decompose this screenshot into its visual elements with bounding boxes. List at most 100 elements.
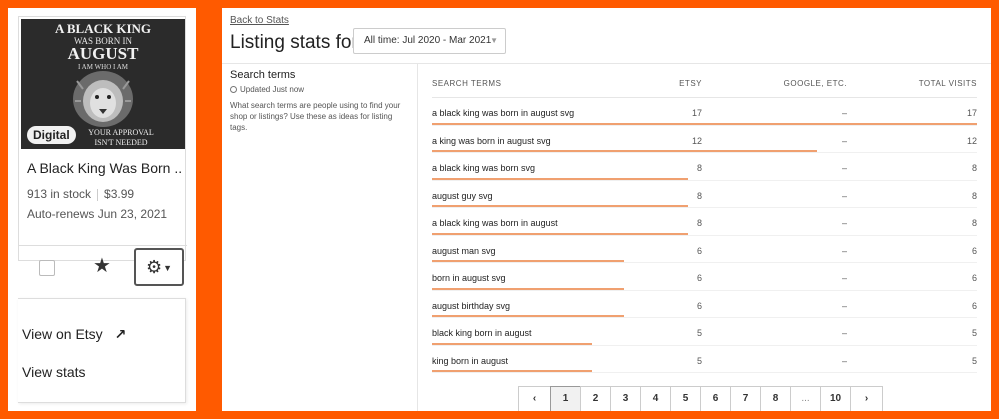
search-term: a king was born in august svg (432, 135, 551, 146)
menu-item-label: View stats (22, 364, 86, 380)
etsy-count: 5 (696, 355, 702, 366)
visits-bar (432, 315, 625, 317)
pagination-ellipsis: ... (790, 386, 821, 411)
listing-thumbnail[interactable]: A BLACK KING WAS BORN IN AUGUST I AM WHO… (21, 19, 185, 149)
column-header-google: GOOGLE, ETC. (783, 79, 847, 88)
etsy-count: 8 (696, 190, 702, 201)
menu-item-view-on-etsy[interactable]: View on Etsy ↗ (22, 326, 126, 343)
visits-bar (432, 177, 689, 180)
external-link-icon: ↗ (114, 326, 127, 342)
table-row: august man svg 6 – 6 (432, 236, 977, 263)
gear-dropdown-menu: View on Etsy ↗ View stats (18, 298, 186, 403)
image-text-line5: YOUR APPROVAL (88, 128, 154, 137)
total-visits: 8 (971, 218, 977, 228)
listing-card: A BLACK KING WAS BORN IN AUGUST I AM WHO… (18, 16, 187, 286)
table-header: SEARCH TERMS ETSY GOOGLE, ETC. TOTAL VIS… (432, 68, 977, 98)
chevron-down-icon: ▼ (490, 36, 498, 45)
image-text-line3: AUGUST (68, 44, 140, 63)
search-term: king born in august (432, 355, 509, 366)
page-button[interactable]: 10 (820, 386, 851, 411)
etsy-count: 8 (696, 163, 702, 173)
updated-status: Updated Just now (230, 85, 304, 94)
date-range-select[interactable]: All time: Jul 2020 - Mar 2021 ▼ (353, 28, 506, 54)
page-button[interactable]: 2 (580, 386, 611, 411)
search-terms-info: Search terms Updated Just now What searc… (222, 64, 418, 411)
total-visits: 12 (966, 135, 977, 146)
menu-item-view-stats[interactable]: View stats (22, 364, 86, 380)
listing-price: $3.99 (104, 187, 135, 201)
pagination: ‹ 1 2 3 4 5 6 7 8... 10 › (518, 386, 883, 411)
renewal-date: Auto-renews Jun 23, 2021 (27, 207, 168, 221)
section-title: Search terms (230, 69, 296, 81)
search-terms-table: SEARCH TERMS ETSY GOOGLE, ETC. TOTAL VIS… (432, 68, 977, 373)
meta-divider (97, 188, 99, 201)
google-count: – (841, 163, 847, 173)
column-header-terms: SEARCH TERMS (432, 79, 502, 88)
select-checkbox[interactable] (39, 260, 55, 276)
star-icon[interactable]: ★ (93, 254, 111, 278)
search-term: a black king was born svg (432, 163, 536, 173)
google-count: – (841, 245, 847, 256)
chevron-right-icon[interactable]: › (850, 386, 883, 411)
visits-bar (432, 342, 593, 345)
updated-text: Updated Just now (240, 85, 305, 94)
stock-count: 913 in stock (27, 187, 92, 201)
etsy-count: 6 (696, 300, 702, 311)
stats-panel: Back to Stats Listing stats for All time… (222, 8, 991, 411)
table-row: a king was born in august svg 12 – 12 (432, 126, 977, 153)
google-count: – (841, 190, 847, 201)
total-visits: 6 (971, 245, 977, 256)
lion-illustration (73, 71, 133, 127)
listing-title[interactable]: A Black King Was Born ... (27, 160, 183, 176)
search-term: a black king was born in august (432, 218, 558, 228)
visits-bar (432, 122, 977, 125)
google-count: – (841, 218, 847, 228)
search-term: black king born in august (432, 328, 532, 338)
visits-bar (432, 260, 625, 262)
etsy-count: 6 (696, 273, 702, 283)
column-header-etsy: ETSY (679, 79, 702, 88)
digital-badge: Digital (27, 126, 76, 144)
page-button[interactable]: 3 (610, 386, 641, 411)
total-visits: 6 (971, 300, 977, 311)
search-term: august man svg (432, 245, 496, 256)
page-button[interactable]: 6 (700, 386, 731, 411)
clock-icon (230, 86, 237, 93)
search-term: born in august svg (432, 273, 506, 283)
search-term: a black king was born in august svg (432, 108, 575, 118)
page-button[interactable]: 5 (670, 386, 701, 411)
visits-bar (432, 205, 689, 207)
visits-bar (432, 150, 817, 152)
table-row: august guy svg 8 – 8 (432, 181, 977, 208)
date-range-value: All time: Jul 2020 - Mar 2021 (364, 35, 492, 46)
etsy-count: 6 (696, 245, 702, 256)
card-actions: ★ ⚙▼ (19, 245, 187, 295)
page-button[interactable]: 8 (760, 386, 791, 411)
visits-bar (432, 370, 593, 372)
gear-menu-button[interactable]: ⚙▼ (134, 248, 184, 286)
total-visits: 8 (971, 163, 977, 173)
page-button-current[interactable]: 1 (550, 386, 581, 411)
table-row: king born in august 5 – 5 (432, 346, 977, 373)
table-row: a black king was born in august 8 – 8 (432, 208, 977, 236)
visits-bar (432, 287, 625, 290)
table-row: a black king was born svg 8 – 8 (432, 153, 977, 181)
listing-panel: A BLACK KING WAS BORN IN AUGUST I AM WHO… (8, 8, 196, 411)
total-visits: 6 (971, 273, 977, 283)
page-button[interactable]: 7 (730, 386, 761, 411)
chevron-left-icon[interactable]: ‹ (518, 386, 551, 411)
table-row: born in august svg 6 – 6 (432, 263, 977, 291)
table-row: a black king was born in august svg 17 – 17 (432, 98, 977, 126)
etsy-count: 8 (696, 218, 702, 228)
etsy-count: 17 (691, 108, 702, 118)
etsy-count: 5 (696, 328, 702, 338)
section-description: What search terms are people using to fi… (230, 101, 401, 132)
back-to-stats-link[interactable]: Back to Stats (230, 15, 289, 26)
google-count: – (841, 273, 847, 283)
google-count: – (841, 355, 847, 366)
page-button[interactable]: 4 (640, 386, 671, 411)
page-title: Listing stats for (230, 32, 358, 53)
caret-down-icon: ▼ (163, 263, 173, 274)
gear-icon: ⚙ (145, 257, 163, 277)
google-count: – (841, 135, 847, 146)
